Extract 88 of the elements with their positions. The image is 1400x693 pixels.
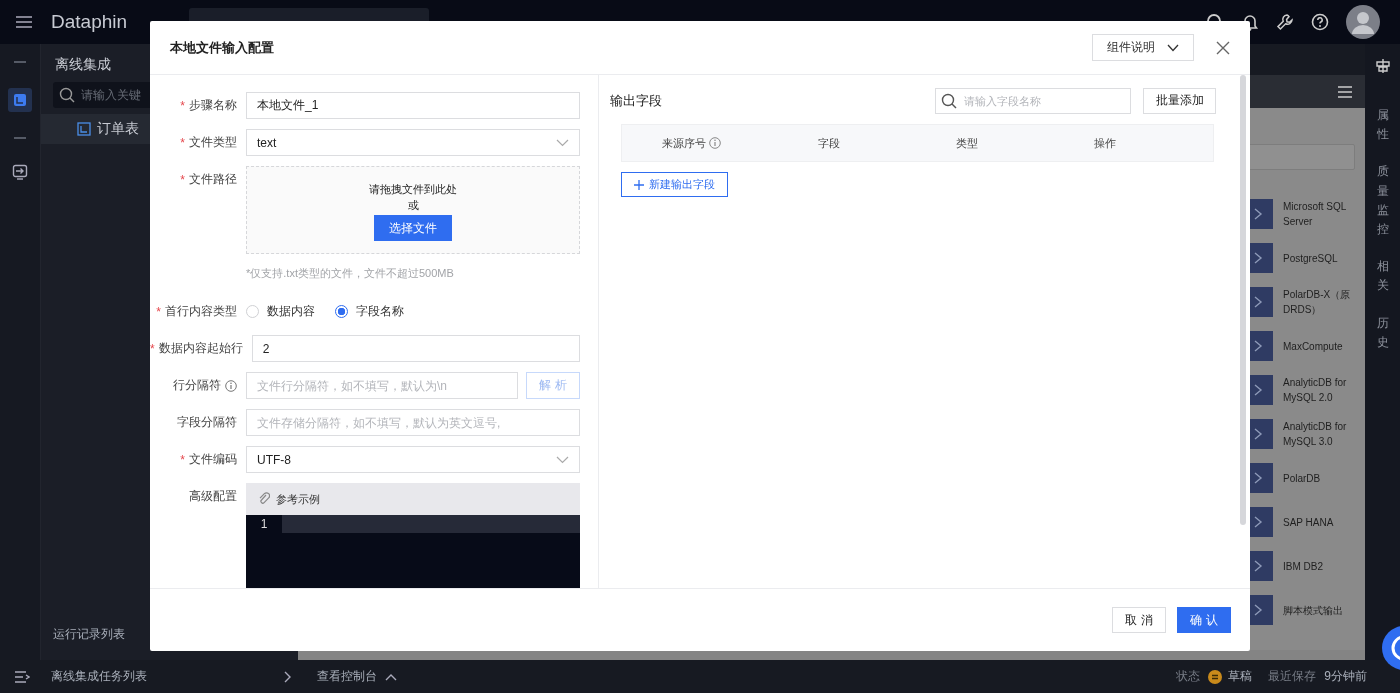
required-mark: * xyxy=(150,341,155,356)
input-field[interactable]: 文件行分隔符，如不填写，默认为\n xyxy=(246,372,518,399)
dash-icon xyxy=(13,60,27,64)
plus-icon xyxy=(634,179,644,190)
field-label: 步骤名称 xyxy=(189,97,237,114)
choose-file-button[interactable]: 选择文件 xyxy=(374,215,452,241)
code-editor[interactable]: 1 xyxy=(246,515,580,588)
section-title: 输出字段 xyxy=(610,91,663,110)
list-icon[interactable] xyxy=(1337,84,1353,99)
hint-text: *仅支持.txt类型的文件，文件不超过500MB xyxy=(246,266,455,281)
menu-icon[interactable] xyxy=(15,15,33,29)
search-icon xyxy=(941,92,957,109)
or-text: 或 xyxy=(407,198,419,213)
required-mark: * xyxy=(180,135,185,150)
input-field[interactable]: 文件存储分隔符，如不填写，默认为英文逗号, xyxy=(246,409,580,436)
caret-icon xyxy=(385,672,397,681)
status-label: 状态 xyxy=(1176,668,1201,685)
save-label: 最近保存 xyxy=(1268,668,1317,685)
component-name[interactable]: PolarDB xyxy=(1283,470,1363,486)
chevron-down-icon xyxy=(556,455,569,464)
chevron-down-icon xyxy=(556,138,569,147)
field-label: 文件路径 xyxy=(189,171,237,188)
dash-icon xyxy=(13,136,27,140)
help-icon[interactable] xyxy=(1311,13,1329,31)
task-list-link[interactable]: 离线集成任务列表 xyxy=(51,668,291,685)
table-icon xyxy=(77,122,91,136)
column-header: 类型 xyxy=(956,135,978,151)
component-name[interactable]: AnalyticDB for MySQL 3.0 xyxy=(1283,419,1363,449)
component-name[interactable]: PostgreSQL xyxy=(1283,250,1363,266)
document-icon[interactable] xyxy=(8,88,32,112)
scrollbar[interactable] xyxy=(1240,75,1246,525)
save-time: 9分钟前 xyxy=(1324,668,1367,685)
radio-option[interactable]: 数据内容 xyxy=(246,303,315,320)
required-mark: * xyxy=(180,452,185,467)
side-tab[interactable]: 相关 xyxy=(1376,257,1389,296)
field-label: 字段分隔符 xyxy=(177,414,237,431)
paperclip-icon xyxy=(258,492,270,506)
field-label: 数据内容起始行 xyxy=(158,340,243,357)
component-name[interactable]: SAP HANA xyxy=(1283,514,1363,530)
dialog-title: 本地文件输入配置 xyxy=(170,38,275,57)
example-link[interactable]: 参考示例 xyxy=(258,491,320,507)
field-label: 行分隔符 xyxy=(173,377,221,394)
doc-button[interactable]: 组件说明 xyxy=(1092,34,1194,61)
chevron-down-icon xyxy=(1167,43,1179,52)
component-name[interactable]: MaxCompute xyxy=(1283,338,1363,354)
close-icon[interactable] xyxy=(1216,40,1230,55)
column-header: 来源序号 xyxy=(661,135,706,151)
required-mark: * xyxy=(156,304,161,319)
side-tab[interactable]: 属性 xyxy=(1376,106,1389,145)
required-mark: * xyxy=(180,98,185,113)
collapse-icon[interactable] xyxy=(14,669,30,684)
required-mark: * xyxy=(180,172,185,187)
field-label: 文件编码 xyxy=(189,451,237,468)
column-header: 字段 xyxy=(818,135,840,151)
confirm-button[interactable]: 确 认 xyxy=(1177,607,1231,633)
radio-button[interactable] xyxy=(335,305,348,318)
wrench-icon[interactable] xyxy=(1276,13,1294,31)
line-number: 1 xyxy=(259,516,269,533)
radio-option[interactable]: 字段名称 xyxy=(335,303,404,320)
side-tab[interactable]: 质量监控 xyxy=(1376,162,1389,240)
avatar-icon[interactable] xyxy=(1346,5,1380,39)
input-field[interactable]: 2 xyxy=(251,335,580,362)
field-label: 首行内容类型 xyxy=(165,303,237,320)
draft-icon xyxy=(1208,669,1223,684)
drop-zone[interactable]: 请拖拽文件到此处 或 选择文件 xyxy=(246,166,580,254)
side-tab[interactable]: 历史 xyxy=(1376,313,1389,352)
chevron-icon xyxy=(283,670,291,683)
component-name[interactable]: 脚本模式输出 xyxy=(1283,602,1363,618)
cancel-button[interactable]: 取 消 xyxy=(1112,607,1166,633)
component-name[interactable]: AnalyticDB for MySQL 2.0 xyxy=(1283,375,1363,405)
add-field-button[interactable]: 新建输出字段 xyxy=(621,172,728,197)
select-field[interactable]: UTF-8 xyxy=(246,446,580,473)
component-name[interactable]: PolarDB-X（原DRDS） xyxy=(1283,287,1363,317)
batch-add-button[interactable]: 批量添加 xyxy=(1143,87,1216,114)
select-field[interactable]: text xyxy=(246,129,580,156)
search-icon xyxy=(59,87,75,103)
input-field[interactable]: 本地文件_1 xyxy=(246,92,580,119)
column-header: 操作 xyxy=(1094,135,1116,151)
component-name[interactable]: IBM DB2 xyxy=(1283,558,1363,574)
exit-icon[interactable] xyxy=(12,164,28,180)
status-value: 草稿 xyxy=(1228,668,1253,685)
field-label: 文件类型 xyxy=(189,134,237,151)
layout-icon[interactable] xyxy=(1374,58,1391,74)
console-toggle[interactable]: 查看控制台 xyxy=(317,668,397,685)
component-name[interactable]: Microsoft SQL Server xyxy=(1283,199,1363,229)
sidebar-title: 离线集成 xyxy=(55,56,111,74)
field-label: 高级配置 xyxy=(189,488,237,505)
drop-prompt: 请拖拽文件到此处 xyxy=(369,182,457,197)
